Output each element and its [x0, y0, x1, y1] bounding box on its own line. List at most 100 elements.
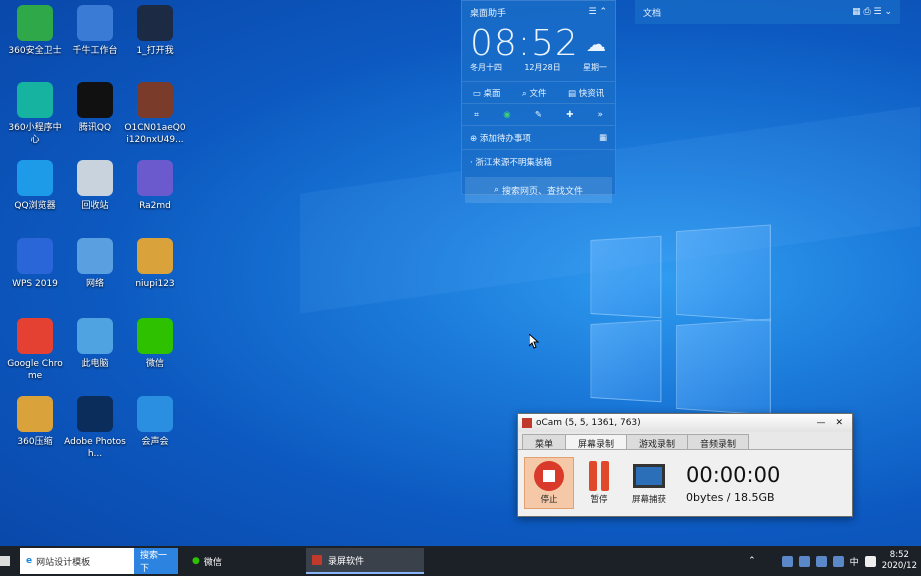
monitor-icon — [633, 464, 665, 488]
tray-app-icon[interactable] — [781, 555, 793, 567]
stop-label: 停止 — [540, 495, 558, 505]
search-placeholder: 搜索网页、查找文件 — [501, 186, 583, 197]
recorder-icon — [312, 555, 322, 565]
taskbar-search-box[interactable]: e 网站设计模板 — [20, 548, 134, 574]
desktop-icon[interactable]: 会声会 — [124, 396, 186, 448]
tray-app-icon[interactable] — [832, 555, 844, 567]
minimize-button[interactable]: — — [811, 418, 830, 428]
widget-search-box[interactable]: ⌕ 搜索网页、查找文件 — [465, 177, 612, 203]
windows-logo-pane — [590, 235, 662, 319]
windows-logo-pane — [590, 319, 662, 403]
desktop-icon[interactable]: WPS 2019 — [4, 238, 66, 290]
tray-app-icon[interactable] — [815, 555, 827, 567]
search-button[interactable]: 搜索一下 — [134, 548, 178, 574]
taskbar-wechat[interactable]: ● 微信 — [186, 548, 306, 574]
desktop-icon-label: O1CN01aeQ0i120nxU49... — [124, 123, 186, 145]
tab-menu[interactable]: 菜单 — [522, 434, 567, 450]
screen-capture-button[interactable]: 屏幕捕获 — [624, 461, 674, 505]
desktop-icon-label: 回收站 — [81, 201, 109, 211]
desktop-icon[interactable]: 360安全卫士 — [4, 5, 66, 57]
ime-indicator[interactable]: 中 — [850, 555, 859, 568]
archive-icon — [137, 238, 173, 274]
desktop-icon-label: 此电脑 — [81, 359, 109, 369]
desktop-icon[interactable]: 回收站 — [64, 160, 126, 212]
ocam-window-title: oCam (5, 5, 1361, 763) — [536, 418, 641, 428]
ocam-window[interactable]: oCam (5, 5, 1361, 763) — ✕ 菜单 屏幕录制 游戏录制 … — [517, 413, 853, 517]
desktop-icon[interactable]: 此电脑 — [64, 318, 126, 370]
network-icon — [77, 238, 113, 274]
desktop-icon[interactable]: Ra2md — [124, 160, 186, 212]
desktop-icon-label: 360小程序中心 — [8, 123, 62, 145]
more-icon[interactable]: » — [598, 110, 603, 120]
desktop-icon[interactable]: 腾讯QQ — [64, 82, 126, 134]
mouse-cursor-icon — [529, 334, 539, 349]
clock-date: 2020/12 — [881, 561, 917, 571]
search-icon: ⌕ — [494, 185, 502, 195]
documents-title: 文档 — [643, 8, 662, 19]
desktop-icon-label: 360安全卫士 — [8, 46, 62, 56]
windows-logo-pane — [676, 224, 771, 322]
pause-label: 暂停 — [590, 495, 608, 505]
desktop-icon[interactable]: 网络 — [64, 238, 126, 290]
widget-title: 桌面助手 — [470, 8, 507, 19]
documents-widget[interactable]: 文档 ▦ ⎙ ☰ ⌄ — [635, 0, 900, 24]
tab-game-record[interactable]: 游戏录制 — [626, 434, 689, 450]
pause-button[interactable]: 暂停 — [574, 461, 624, 505]
lunar-date: 冬月十四 — [470, 63, 502, 72]
ie-icon: e — [26, 556, 33, 566]
desktop-icon-label: 1_打开我 — [136, 46, 174, 56]
tab-screen-record[interactable]: 屏幕录制 — [565, 434, 628, 450]
close-button[interactable]: ✕ — [830, 418, 848, 428]
wps-icon — [17, 238, 53, 274]
widget-menu-icon[interactable]: ☰ ⌃ — [589, 7, 607, 17]
cloud-weather-icon[interactable]: ☁ — [586, 32, 607, 56]
widget-link-news[interactable]: ▤ 快资讯 — [568, 87, 604, 99]
plugin-icon[interactable]: ✚ — [566, 110, 573, 120]
documents-toolbar-icons[interactable]: ▦ ⎙ ☰ ⌄ — [852, 7, 892, 17]
qianniu-icon — [77, 5, 113, 41]
desktop-icon[interactable]: Adobe Photosh... — [64, 396, 126, 460]
windows-logo-pane — [676, 318, 771, 416]
desktop-icon-label: Adobe Photosh... — [64, 437, 126, 459]
taskbar-clock[interactable]: 8:52 2020/12 — [882, 550, 917, 572]
this-pc-icon — [77, 318, 113, 354]
tab-audio-record[interactable]: 音频录制 — [687, 434, 750, 450]
ocam-app-icon — [522, 418, 532, 428]
desktop-icon[interactable]: 360小程序中心 — [4, 82, 66, 146]
desktop-icon[interactable]: 360压缩 — [4, 396, 66, 448]
widget-link-files[interactable]: ⌕ 文件 — [522, 87, 546, 99]
qr-code-icon[interactable]: ▦ — [599, 133, 607, 143]
desktop-icon[interactable]: QQ浏览器 — [4, 160, 66, 212]
360-safe-icon — [17, 5, 53, 41]
taskbar-recorder[interactable]: 录屏软件 — [306, 548, 424, 574]
desktop-icon[interactable]: O1CN01aeQ0i120nxU49... — [124, 82, 186, 146]
news-headline[interactable]: · 浙江来源不明集装箱 — [470, 156, 552, 168]
desktop-icon-label: Ra2md — [139, 201, 171, 211]
desktop-icon-label: 千牛工作台 — [72, 46, 118, 56]
qq-icon — [77, 82, 113, 118]
desktop-icon[interactable]: 1_打开我 — [124, 5, 186, 57]
wechat-icon — [137, 318, 173, 354]
desktop-icon[interactable]: 微信 — [124, 318, 186, 370]
add-todo-link[interactable]: ⊕ 添加待办事项 — [470, 132, 531, 144]
360-zip-icon — [17, 396, 53, 432]
start-button[interactable] — [0, 548, 14, 574]
crop-icon[interactable]: ⌗ — [474, 110, 479, 120]
desktop-icon-label: 网络 — [85, 279, 104, 289]
tray-input-icon[interactable] — [864, 555, 876, 567]
weekday: 星期一 — [582, 63, 607, 72]
tray-expand-icon[interactable]: ⌃ — [748, 556, 756, 566]
desktop-icon[interactable]: 千牛工作台 — [64, 5, 126, 57]
clock-hour: 08 — [470, 23, 518, 64]
clock-time: 8:52 — [889, 550, 909, 560]
stop-button[interactable]: 停止 — [524, 457, 574, 509]
eye-icon[interactable]: ◉ — [503, 110, 510, 120]
note-icon[interactable]: ✎ — [535, 110, 542, 120]
desktop-icon-label: 360压缩 — [17, 437, 53, 447]
desktop-icon[interactable]: niupi123 — [124, 238, 186, 290]
tray-app-icon[interactable] — [798, 555, 810, 567]
desktop-icon[interactable]: Google Chrome — [4, 318, 66, 382]
desktop-icon-label: 腾讯QQ — [78, 123, 112, 133]
widget-link-desktop[interactable]: ▭ 桌面 — [473, 87, 501, 99]
clock-minute: 52 — [530, 23, 579, 64]
